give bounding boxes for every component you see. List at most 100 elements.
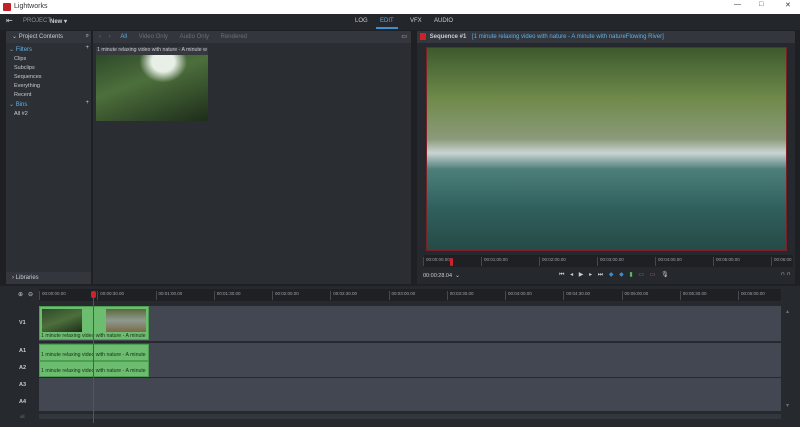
timeline-ruler-label: 00:05:30.00	[680, 291, 707, 300]
go-start-icon[interactable]: ⏮	[559, 272, 564, 279]
track-label-a3[interactable]: A3	[19, 382, 26, 388]
filter-sequences[interactable]: Sequences	[14, 74, 42, 80]
audio-clip-a1[interactable]: 1 minute relaxing video with nature - A …	[39, 344, 149, 361]
project-name: New	[50, 19, 62, 25]
timecode-dropdown-icon[interactable]: ⌄	[455, 272, 460, 279]
search-icon[interactable]: ⌕	[86, 33, 89, 40]
libraries-header[interactable]: › Libraries	[6, 272, 91, 284]
bins-header[interactable]: ⌄ Bins	[9, 101, 27, 108]
viewer-panel: Sequence #1 [1 minute relaxing video wit…	[417, 31, 795, 284]
top-bar: ⇤ PROJECT New ▾ LOG EDIT VFX AUDIO	[0, 14, 800, 30]
bin-panel: ‹ › All Video Only Audio Only Rendered ▭…	[93, 31, 411, 284]
mark-in-icon[interactable]: ◆	[609, 271, 614, 278]
timeline-ruler-label: 00:02:30.00	[330, 291, 357, 300]
tab-vfx[interactable]: VFX	[406, 17, 426, 29]
viewer-playhead[interactable]	[450, 258, 453, 266]
scroll-down-icon[interactable]: ▾	[786, 402, 789, 409]
timeline-playhead[interactable]	[93, 291, 94, 423]
timeline-panel: ⊕ ⊖ 00:00:00.0000:00:30.0000:01:00.0000:…	[0, 286, 800, 427]
exit-icon[interactable]: ⇤	[6, 16, 13, 25]
scroll-up-icon[interactable]: ▴	[786, 308, 789, 315]
project-contents-panel: ⌄ Project Contents ⌕ ⌄ Filters + Clips S…	[6, 31, 91, 284]
zoom-out-icon[interactable]: ⊖	[28, 291, 33, 298]
all-track-bar[interactable]	[39, 414, 781, 419]
track-label-a4[interactable]: A4	[19, 399, 26, 405]
step-back-icon[interactable]: ◂	[570, 271, 573, 278]
clip-title: 1 minute relaxing video with nature - A …	[96, 47, 208, 55]
track-v1[interactable]	[39, 306, 781, 341]
audio-clip-a2[interactable]: 1 minute relaxing video with nature - A …	[39, 361, 149, 377]
back-icon[interactable]: ‹	[99, 34, 101, 40]
overwrite-icon[interactable]: ▭	[650, 271, 656, 278]
maximize-button[interactable]: □	[759, 1, 763, 8]
marker-icon[interactable]: ▮	[629, 271, 632, 278]
project-name-dropdown[interactable]: New ▾	[50, 18, 67, 25]
zoom-in-icon[interactable]: ⊕	[18, 291, 23, 298]
viewer-ruler-label: 00:05:00.00	[713, 257, 740, 266]
add-filter-icon[interactable]: +	[85, 45, 89, 51]
libraries-label: Libraries	[16, 275, 39, 281]
filter-clips[interactable]: Clips	[14, 56, 26, 62]
loop-icon[interactable]: ∩ ∩	[781, 271, 791, 277]
add-bin-icon[interactable]: +	[85, 100, 89, 106]
tab-video-only[interactable]: Video Only	[139, 34, 168, 40]
viewer-ruler-label: 00:01:00.00	[481, 257, 508, 266]
filters-header[interactable]: ⌄ Filters	[9, 46, 32, 53]
clip-thumbnail	[96, 55, 208, 121]
playhead-handle[interactable]	[91, 291, 96, 298]
sequence-name: Sequence #1	[430, 34, 467, 40]
filter-everything[interactable]: Everything	[14, 83, 40, 89]
track-a3-a4[interactable]	[39, 378, 781, 411]
title-bar: Lightworks — □ ✕	[0, 0, 800, 14]
track-label-a1[interactable]: A1	[19, 348, 26, 354]
timeline-ruler-label: 00:04:30.00	[563, 291, 590, 300]
viewer-ruler-label: 00:00:00.00	[423, 257, 450, 266]
project-label: PROJECT	[23, 18, 51, 24]
viewer-ruler-label: 00:06:00	[771, 257, 792, 266]
play-icon[interactable]: ▶	[579, 271, 584, 278]
clip-tile[interactable]: 1 minute relaxing video with nature - A …	[96, 47, 208, 121]
filters-label: Filters	[16, 47, 32, 53]
layout-icon[interactable]: ▭	[401, 31, 407, 43]
close-button[interactable]: ✕	[785, 1, 791, 9]
tab-edit[interactable]: EDIT	[376, 17, 398, 29]
insert-icon[interactable]: ▭	[638, 271, 644, 278]
video-frame[interactable]	[426, 47, 787, 251]
mark-out-icon[interactable]: ◆	[619, 271, 624, 278]
tab-audio[interactable]: AUDIO	[430, 17, 457, 29]
track-label-v1[interactable]: V1	[19, 320, 26, 326]
app-title: Lightworks	[14, 3, 47, 10]
bin-toolbar: ‹ › All Video Only Audio Only Rendered ▭	[93, 31, 411, 43]
bin-all[interactable]: All #2	[14, 111, 28, 117]
all-tracks-label[interactable]: all	[20, 414, 25, 419]
project-contents-header[interactable]: ⌄ Project Contents	[6, 31, 91, 43]
go-end-icon[interactable]: ⏭	[598, 272, 603, 279]
timeline-ruler-label: 00:00:30.00	[97, 291, 124, 300]
filter-recent[interactable]: Recent	[14, 92, 31, 98]
timeline-ruler-label: 00:01:00.00	[156, 291, 183, 300]
track-label-a2[interactable]: A2	[19, 365, 26, 371]
panel-title: Project Contents	[19, 34, 63, 40]
viewer-ruler-label: 00:04:00.00	[655, 257, 682, 266]
track-a1-a2[interactable]	[39, 343, 781, 377]
tab-audio-only[interactable]: Audio Only	[180, 34, 209, 40]
tab-all[interactable]: All	[120, 34, 127, 40]
clip-thumbnail-start	[42, 309, 82, 332]
video-clip[interactable]: 1 minute relaxing video with nature - A …	[39, 306, 149, 340]
timeline-ruler-label: 00:01:30.00	[214, 291, 241, 300]
step-forward-icon[interactable]: ▸	[589, 271, 592, 278]
viewer-clip-name: [1 minute relaxing video with nature - A…	[472, 34, 664, 40]
viewer-ruler[interactable]: 00:00:00.0000:01:00.0000:02:00.0000:03:0…	[423, 255, 793, 267]
timeline-ruler-label: 00:05:00.00	[622, 291, 649, 300]
forward-icon[interactable]: ›	[109, 34, 111, 40]
clip-thumbnail-end	[106, 309, 146, 332]
record-icon	[420, 33, 426, 40]
tab-log[interactable]: LOG	[351, 17, 372, 29]
filter-subclips[interactable]: Subclips	[14, 65, 35, 71]
minimize-button[interactable]: —	[734, 1, 741, 8]
voiceover-icon[interactable]: 🎙	[661, 271, 669, 278]
tab-rendered[interactable]: Rendered	[221, 34, 247, 40]
timeline-ruler[interactable]: 00:00:00.0000:00:30.0000:01:00.0000:01:3…	[39, 289, 781, 301]
viewer-ruler-label: 00:02:00.00	[539, 257, 566, 266]
viewer-timecode[interactable]: 00:00:28.04	[423, 273, 452, 279]
